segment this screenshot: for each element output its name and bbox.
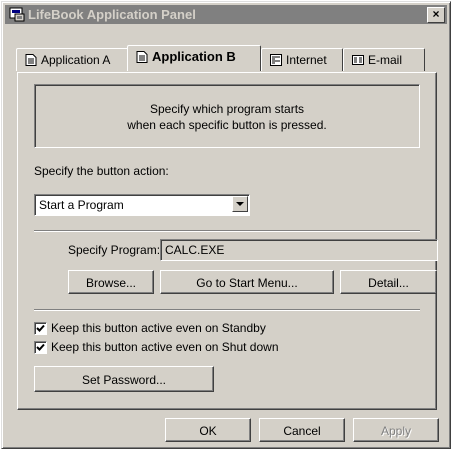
shutdown-checkbox[interactable] (34, 341, 47, 354)
browse-button[interactable]: Browse... (68, 270, 154, 294)
standby-label[interactable]: Keep this button active even on Standby (51, 321, 266, 335)
tab-application-b[interactable]: Application B (127, 45, 261, 71)
dialog-window: LifeBook Application Panel × Application… (1, 1, 451, 449)
tab-application-a[interactable]: Application A (16, 48, 129, 71)
close-icon: × (432, 7, 440, 21)
description-line-2: when each specific button is pressed. (127, 118, 327, 132)
chevron-down-icon[interactable] (232, 196, 248, 212)
button-action-select[interactable]: Start a Program (34, 194, 250, 216)
detail-button[interactable]: Detail... (340, 270, 437, 294)
button-action-label: Specify the button action: (34, 164, 169, 178)
email-icon (352, 55, 364, 65)
go-to-start-menu-button[interactable]: Go to Start Menu... (160, 270, 334, 294)
set-password-button[interactable]: Set Password... (34, 366, 214, 392)
checkmark-icon (36, 324, 45, 332)
close-button[interactable]: × (427, 7, 445, 23)
window-title: LifeBook Application Panel (28, 7, 196, 22)
tab-label: E-mail (368, 53, 403, 67)
shutdown-label[interactable]: Keep this button active even on Shut dow… (51, 340, 279, 354)
specify-program-label: Specify Program: (68, 243, 161, 257)
program-field[interactable]: CALC.EXE (160, 239, 438, 261)
checkmark-icon (36, 343, 45, 351)
internet-icon (270, 54, 282, 66)
tab-internet[interactable]: Internet (261, 48, 343, 71)
description-line-1: Specify which program starts (149, 102, 305, 116)
apply-button[interactable]: Apply (353, 418, 439, 442)
tab-label: Application B (152, 49, 236, 64)
ok-button[interactable]: OK (165, 418, 251, 442)
tab-label: Internet (286, 53, 327, 67)
document-icon (136, 51, 148, 63)
tab-email[interactable]: E-mail (343, 48, 425, 71)
description-box: Specify which program starts when each s… (34, 84, 420, 148)
button-action-value: Start a Program (39, 198, 124, 212)
separator (34, 309, 420, 311)
tab-label: Application A (41, 53, 111, 67)
document-icon (25, 54, 37, 66)
app-icon (9, 7, 25, 22)
tab-panel: Specify which program starts when each s… (17, 72, 438, 410)
standby-checkbox[interactable] (34, 322, 47, 335)
separator (34, 230, 420, 232)
program-field-value: CALC.EXE (165, 243, 225, 257)
cancel-button[interactable]: Cancel (259, 418, 345, 442)
title-bar[interactable]: LifeBook Application Panel × (5, 5, 447, 24)
